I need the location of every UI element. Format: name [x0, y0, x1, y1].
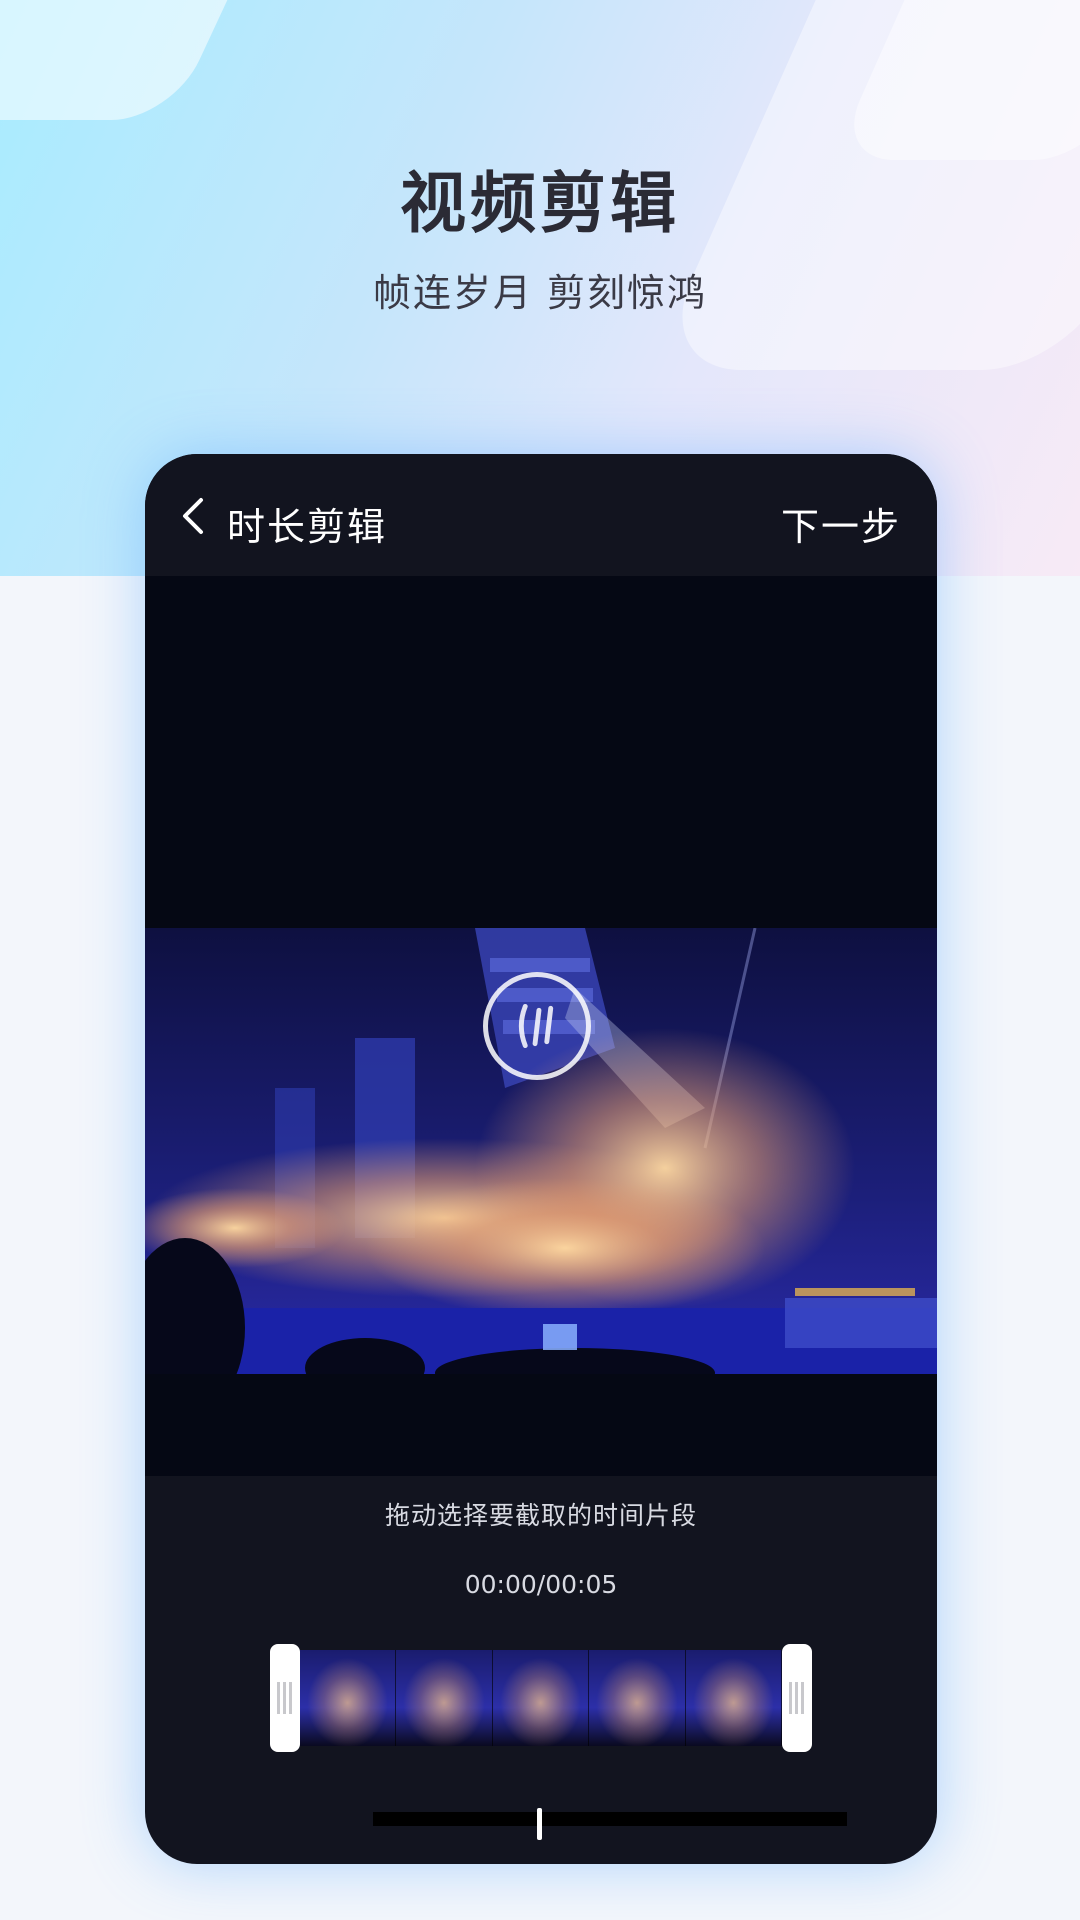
frame-thumbnail: [685, 1650, 782, 1746]
frame-thumbnail: [492, 1650, 590, 1746]
screen-title: 时长剪辑: [227, 505, 388, 549]
frame-thumbnail: [396, 1650, 493, 1746]
frame-strip: [300, 1650, 782, 1746]
next-step-button[interactable]: 下一步: [781, 496, 901, 551]
time-display: 00:00/00:05: [464, 1570, 618, 1599]
playback-scrubber[interactable]: [373, 1812, 847, 1826]
grip-line: [801, 1682, 804, 1714]
playhead[interactable]: [537, 1808, 542, 1840]
play-pause-icon: [518, 1003, 554, 1049]
grip-line: [289, 1682, 292, 1714]
play-pause-button[interactable]: [483, 972, 591, 1080]
decorative-shape: [0, 0, 349, 120]
trim-start-handle[interactable]: [270, 1644, 300, 1752]
page-title: 视频剪辑: [400, 165, 680, 242]
chevron-left-icon[interactable]: [173, 492, 213, 540]
phone-mockup: 时长剪辑 下一步 拖动选择要截取的时间片段 00:00/00:05: [145, 454, 937, 1864]
frame-thumbnail: [589, 1650, 686, 1746]
frame-thumbnail: [300, 1650, 397, 1746]
app-header: 时长剪辑 下一步: [145, 454, 937, 576]
grip-line: [789, 1682, 792, 1714]
trim-end-handle[interactable]: [782, 1644, 812, 1752]
grip-line: [283, 1682, 286, 1714]
grip-line: [795, 1682, 798, 1714]
grip-line: [277, 1682, 280, 1714]
page-subtitle: 帧连岁月 剪刻惊鸿: [372, 271, 708, 315]
trim-hint: 拖动选择要截取的时间片段: [384, 1501, 697, 1530]
trim-timeline[interactable]: [270, 1644, 812, 1752]
